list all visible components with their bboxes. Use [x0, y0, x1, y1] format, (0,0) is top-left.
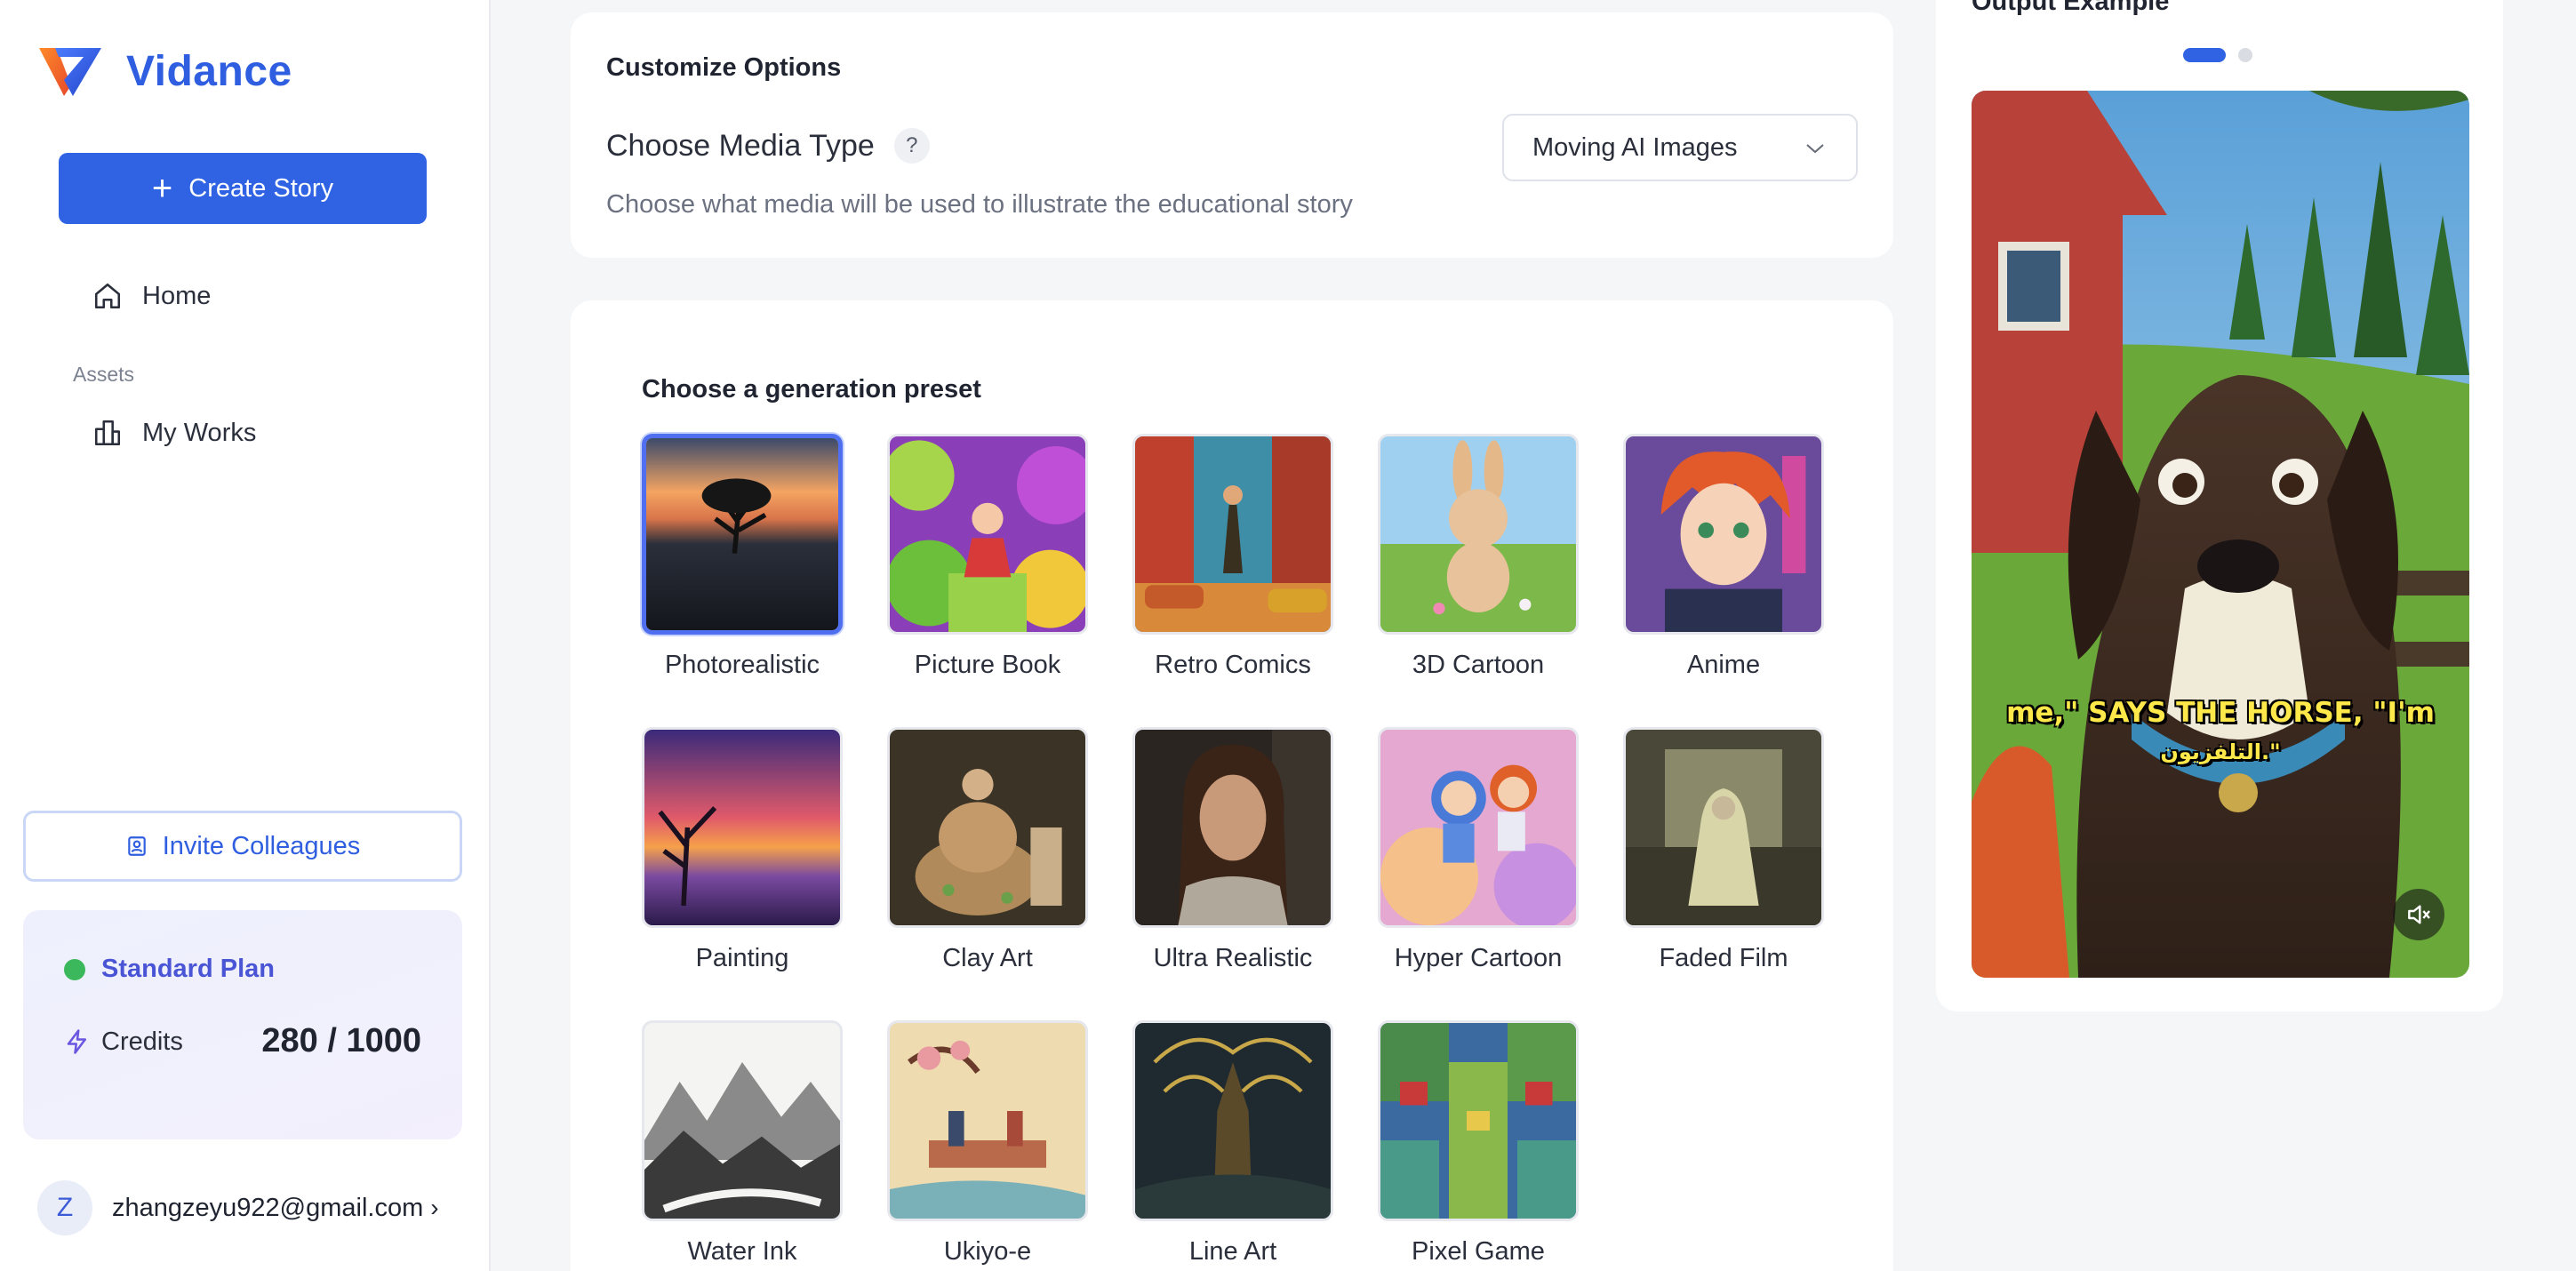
preset-photorealistic[interactable]: Photorealistic — [642, 434, 843, 680]
create-story-label: Create Story — [188, 173, 334, 203]
preset-label: Anime — [1686, 651, 1761, 679]
buildings-icon — [94, 420, 121, 446]
video-frame — [1972, 91, 2469, 978]
generation-preset-card: Choose a generation preset Photorealisti… — [571, 300, 1893, 1271]
preset-thumbnail — [1132, 434, 1333, 635]
sidebar-item-label: My Works — [142, 418, 257, 447]
preset-label: Painting — [695, 944, 789, 972]
preset-thumbnail — [1378, 434, 1579, 635]
preset-anime[interactable]: Anime — [1623, 434, 1824, 680]
preset-ukiyo-e[interactable]: Ukiyo-e — [887, 1020, 1088, 1267]
preset-water-ink[interactable]: Water Ink — [642, 1020, 843, 1267]
user-account-menu[interactable]: Z zhangzeyu922@gmail.com › — [37, 1180, 439, 1235]
help-icon[interactable]: ? — [893, 128, 930, 164]
preset-thumbnail — [642, 727, 843, 928]
plan-status-dot — [64, 959, 85, 980]
preset-thumbnail — [887, 727, 1088, 928]
avatar: Z — [37, 1180, 92, 1235]
preset-label: Hyper Cartoon — [1394, 944, 1563, 972]
preset-pixel-game[interactable]: Pixel Game — [1378, 1020, 1579, 1267]
preset-retro-comics[interactable]: Retro Comics — [1132, 434, 1333, 680]
preset-label: Photorealistic — [664, 651, 820, 679]
preset-line-art[interactable]: Line Art — [1132, 1020, 1333, 1267]
video-subtitle-line2: التلفزيون." — [2160, 739, 2281, 764]
vidance-logo-icon — [39, 48, 101, 96]
media-type-label: Choose Media Type ? — [606, 128, 930, 164]
preset-thumbnail — [1378, 727, 1579, 928]
preset-thumbnail — [1132, 727, 1333, 928]
media-type-label-text: Choose Media Type — [606, 128, 875, 163]
invite-colleagues-button[interactable]: Invite Colleagues — [23, 811, 462, 882]
sidebar-item-label: Home — [142, 281, 212, 310]
customize-options-card: Customize Options Choose Media Type ? Ch… — [571, 12, 1893, 258]
chevron-down-icon — [1806, 144, 1824, 154]
media-type-select[interactable]: Moving AI Images — [1502, 114, 1858, 181]
preset-faded-film[interactable]: Faded Film — [1623, 727, 1824, 973]
brand-name: Vidance — [126, 47, 292, 95]
brand-logo[interactable]: Vidance — [37, 44, 292, 98]
credits-label: Credits — [101, 1027, 183, 1056]
sidebar: Vidance + Create Story Home Assets My Wo… — [0, 0, 491, 1271]
plan-card: Standard Plan Credits 280 / 1000 — [23, 910, 462, 1139]
section-label-assets: Assets — [73, 363, 135, 386]
invite-colleagues-label: Invite Colleagues — [162, 831, 361, 860]
preset-picture-book[interactable]: Picture Book — [887, 434, 1088, 680]
user-email: zhangzeyu922@gmail.com — [112, 1193, 424, 1222]
sidebar-item-home[interactable]: Home — [92, 281, 211, 311]
chevron-right-icon: › — [430, 1194, 439, 1221]
preset-label: Line Art — [1188, 1237, 1277, 1266]
preset-label: Ukiyo-e — [943, 1237, 1032, 1266]
preset-thumbnail — [1623, 727, 1824, 928]
preset-thumbnail — [642, 1020, 843, 1221]
preset-thumbnail — [642, 434, 843, 635]
preset-label: Water Ink — [687, 1237, 797, 1266]
media-type-selected-value: Moving AI Images — [1532, 132, 1738, 162]
preset-thumbnail — [1378, 1020, 1579, 1221]
sidebar-item-my-works[interactable]: My Works — [92, 418, 256, 448]
plus-icon: + — [151, 169, 173, 208]
preset-thumbnail — [1132, 1020, 1333, 1221]
carousel-dot-active[interactable] — [2183, 48, 2226, 62]
output-example-video[interactable]: me," SAYS THE HORSE, "I'm التلفزيون." — [1972, 91, 2469, 978]
preset-label: Ultra Realistic — [1153, 944, 1313, 972]
preset-clay-art[interactable]: Clay Art — [887, 727, 1088, 973]
preset-label: Retro Comics — [1155, 651, 1311, 679]
user-badge-icon — [128, 836, 146, 856]
preset-label: Picture Book — [914, 651, 1061, 679]
speaker-muted-icon — [2408, 905, 2430, 924]
preset-thumbnail — [1623, 434, 1824, 635]
mute-button[interactable] — [2393, 889, 2444, 940]
plan-name[interactable]: Standard Plan — [101, 955, 275, 984]
preset-thumbnail — [887, 434, 1088, 635]
preset-ultra-realistic[interactable]: Ultra Realistic — [1132, 727, 1333, 973]
preset-hyper-cartoon[interactable]: Hyper Cartoon — [1378, 727, 1579, 973]
preset-section-title: Choose a generation preset — [642, 375, 981, 404]
lightning-icon — [67, 1029, 86, 1054]
video-subtitle-line1: me," SAYS THE HORSE, "I'm — [2006, 697, 2435, 729]
credits-value: 280 / 1000 — [261, 1022, 421, 1059]
preset-label: Pixel Game — [1412, 1237, 1545, 1266]
preset-label: Faded Film — [1659, 944, 1788, 972]
customize-options-title: Customize Options — [606, 53, 842, 82]
media-type-description: Choose what media will be used to illust… — [606, 190, 1353, 219]
preset-3d-cartoon[interactable]: 3D Cartoon — [1378, 434, 1579, 680]
preset-painting[interactable]: Painting — [642, 727, 843, 973]
preset-thumbnail — [887, 1020, 1088, 1221]
carousel-dot[interactable] — [2238, 48, 2252, 62]
create-story-button[interactable]: + Create Story — [59, 153, 427, 224]
preset-label: Clay Art — [942, 944, 1033, 972]
home-icon — [94, 283, 121, 309]
preset-label: 3D Cartoon — [1412, 651, 1545, 679]
carousel-indicator — [2183, 48, 2252, 62]
output-example-title: Output Example — [1972, 0, 2170, 16]
